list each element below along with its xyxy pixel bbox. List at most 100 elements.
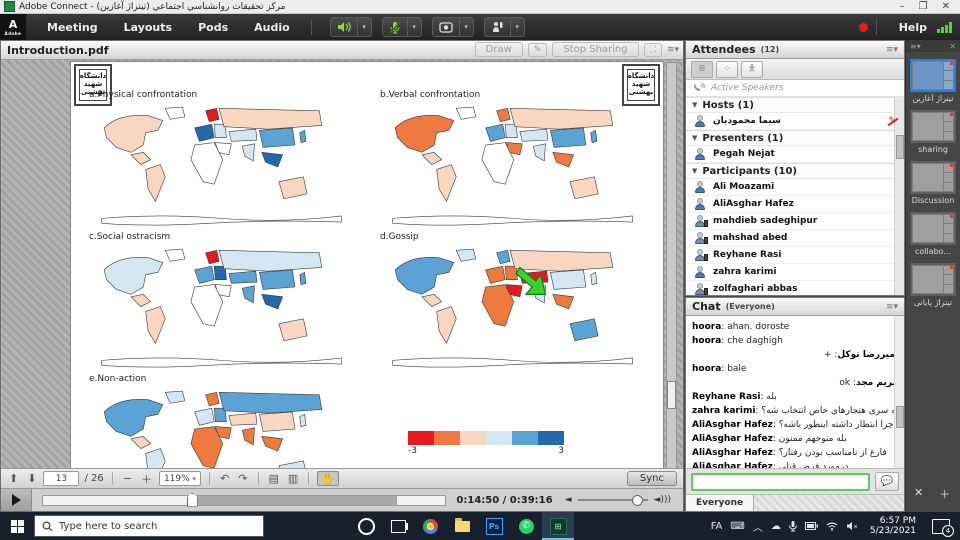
status-dropdown[interactable]: ▾ bbox=[511, 17, 525, 37]
menu-layouts[interactable]: Layouts bbox=[111, 21, 185, 34]
playback-progress-bar[interactable] bbox=[42, 495, 446, 506]
maximize-button[interactable]: ❐ bbox=[919, 1, 928, 13]
layouts-close-icon[interactable]: ✕ bbox=[949, 42, 956, 51]
sync-button[interactable]: Sync bbox=[627, 471, 677, 486]
webcam-button[interactable] bbox=[432, 17, 460, 37]
attendees-pod-menu-icon[interactable]: ≡▾ bbox=[886, 45, 898, 55]
chrome-button[interactable] bbox=[414, 512, 446, 540]
microphone-tray-icon[interactable] bbox=[789, 521, 797, 532]
menu-pods[interactable]: Pods bbox=[185, 21, 241, 34]
undo-icon[interactable]: ↶ bbox=[218, 472, 231, 485]
speaker-dropdown[interactable]: ▾ bbox=[358, 17, 372, 37]
grid-view-icon[interactable]: ⁘ bbox=[716, 61, 738, 78]
page-number-input[interactable]: 13 bbox=[43, 471, 79, 486]
webcam-icon bbox=[439, 22, 453, 33]
adobe-connect-button[interactable]: ⊞ bbox=[542, 512, 574, 540]
attendee-row[interactable]: Reyhane Rasi bbox=[686, 247, 904, 264]
file-explorer-button[interactable] bbox=[446, 512, 478, 540]
status-view-icon[interactable]: 🯅 bbox=[741, 61, 763, 78]
scrollbar-thumb[interactable] bbox=[667, 381, 676, 409]
layout-item[interactable]: sharing bbox=[906, 110, 960, 154]
redo-icon[interactable]: ↷ bbox=[236, 472, 249, 485]
attendee-row[interactable]: سیما محمودیان✎ bbox=[686, 113, 904, 130]
scrollbar-thumb[interactable] bbox=[896, 135, 904, 159]
chat-pod-menu-icon[interactable]: ≡▾ bbox=[886, 302, 898, 312]
attendee-row[interactable]: zolfaghari abbas bbox=[686, 281, 904, 295]
layout-item[interactable]: تیتراژ آغازین bbox=[906, 59, 960, 103]
scrollbar-thumb[interactable] bbox=[896, 406, 904, 428]
language-indicator[interactable]: FA bbox=[711, 521, 723, 532]
draw-button[interactable]: Draw bbox=[475, 42, 523, 57]
attendee-row[interactable]: mahshad abed bbox=[686, 230, 904, 247]
list-view-icon[interactable]: ≣ bbox=[691, 61, 713, 78]
photoshop-button[interactable]: Ps bbox=[478, 512, 510, 540]
chat-send-icon[interactable]: 💬 bbox=[875, 472, 899, 491]
add-layout-icon[interactable]: ＋ bbox=[939, 486, 950, 502]
attendee-row[interactable]: zahra karimi bbox=[686, 264, 904, 281]
zoom-out-icon[interactable]: − bbox=[121, 472, 134, 485]
speaker-button[interactable] bbox=[330, 17, 358, 37]
page-up-icon[interactable]: ⬆ bbox=[7, 472, 20, 485]
pointer-tool-icon[interactable]: ✎ bbox=[528, 43, 548, 57]
tray-expand-icon[interactable]: ︿ bbox=[753, 519, 763, 534]
fit-page-icon[interactable]: ▤ bbox=[267, 472, 281, 485]
tab-everyone[interactable]: Everyone bbox=[686, 495, 754, 511]
layout-thumbnail[interactable] bbox=[910, 161, 956, 194]
fit-width-icon[interactable]: ▥ bbox=[286, 472, 300, 485]
taskbar-search[interactable]: Type here to search bbox=[34, 515, 264, 537]
minimize-button[interactable]: – bbox=[900, 1, 905, 13]
layouts-menu-icon[interactable]: ≡▾ bbox=[910, 42, 921, 51]
cortana-button[interactable] bbox=[350, 512, 382, 540]
menu-audio[interactable]: Audio bbox=[241, 21, 303, 34]
wifi-icon[interactable] bbox=[826, 522, 838, 531]
chat-scrollbar[interactable] bbox=[894, 316, 904, 468]
layout-item[interactable]: تیتراژ پایانی bbox=[906, 263, 960, 307]
zoom-level-select[interactable]: 119% ▾ bbox=[159, 471, 201, 486]
layout-item[interactable]: Discussion bbox=[906, 161, 960, 205]
attendee-group-header[interactable]: ▼Participants (10) bbox=[686, 163, 904, 179]
stop-sharing-button[interactable]: Stop Sharing bbox=[552, 42, 638, 57]
delete-layout-icon[interactable]: ✕ bbox=[914, 486, 923, 502]
layout-thumbnail[interactable] bbox=[910, 212, 956, 245]
fullscreen-icon[interactable]: ⛶ bbox=[644, 43, 662, 57]
close-button[interactable]: ✕ bbox=[942, 1, 950, 13]
volume-knob[interactable] bbox=[632, 495, 643, 506]
attendees-scrollbar[interactable] bbox=[894, 97, 904, 295]
layout-item[interactable]: collabo... bbox=[906, 212, 960, 256]
attendee-group-header[interactable]: ▼Presenters (1) bbox=[686, 130, 904, 146]
whatsapp-button[interactable]: ✆ bbox=[510, 512, 542, 540]
chat-input[interactable] bbox=[691, 473, 870, 491]
chat-message: AliAsghar Hafez: درمورد فرض قبلی bbox=[692, 460, 898, 468]
attendee-row[interactable]: mahdieb sadeghipur bbox=[686, 213, 904, 230]
chat-message: AliAsghar Hafez: فارغ از نامناسب بودن رف… bbox=[692, 446, 898, 460]
play-button[interactable] bbox=[1, 489, 32, 511]
attendee-group-header[interactable]: ▼Hosts (1) bbox=[686, 97, 904, 113]
layout-thumbnail[interactable] bbox=[910, 263, 956, 296]
slide-scrollbar[interactable] bbox=[666, 62, 677, 468]
hand-tool-icon[interactable]: ✋ bbox=[317, 471, 339, 486]
attendee-avatar bbox=[694, 148, 706, 160]
layout-thumbnail[interactable] bbox=[910, 110, 956, 143]
microphone-dropdown[interactable]: ▾ bbox=[408, 17, 422, 37]
action-center-icon[interactable]: 4 bbox=[932, 519, 950, 534]
touch-keyboard-icon[interactable]: ⌨ bbox=[730, 521, 744, 532]
speaker-muted-icon[interactable]: × bbox=[846, 521, 858, 531]
volume-slider[interactable] bbox=[578, 499, 648, 501]
attendee-row[interactable]: AliAsghar Hafez bbox=[686, 196, 904, 213]
status-button[interactable] bbox=[484, 17, 511, 37]
webcam-dropdown[interactable]: ▾ bbox=[460, 17, 474, 37]
taskbar-clock[interactable]: 6:57 PM5/23/2021 bbox=[870, 516, 916, 536]
page-down-icon[interactable]: ⬇ bbox=[25, 472, 38, 485]
layout-thumbnail-selected[interactable] bbox=[910, 59, 956, 92]
share-pod-menu-icon[interactable]: ≡▾ bbox=[667, 45, 679, 55]
start-button[interactable] bbox=[0, 512, 34, 540]
battery-icon[interactable] bbox=[805, 522, 818, 530]
microphone-button[interactable] bbox=[382, 17, 408, 37]
attendee-row[interactable]: Ali Moazami bbox=[686, 179, 904, 196]
menu-meeting[interactable]: Meeting bbox=[34, 21, 111, 34]
zoom-in-icon[interactable]: ＋ bbox=[139, 471, 154, 487]
attendee-row[interactable]: Pegah Nejat bbox=[686, 146, 904, 163]
help-menu[interactable]: Help bbox=[899, 21, 927, 34]
onedrive-icon[interactable]: ☁ bbox=[771, 521, 781, 532]
task-view-button[interactable] bbox=[382, 512, 414, 540]
